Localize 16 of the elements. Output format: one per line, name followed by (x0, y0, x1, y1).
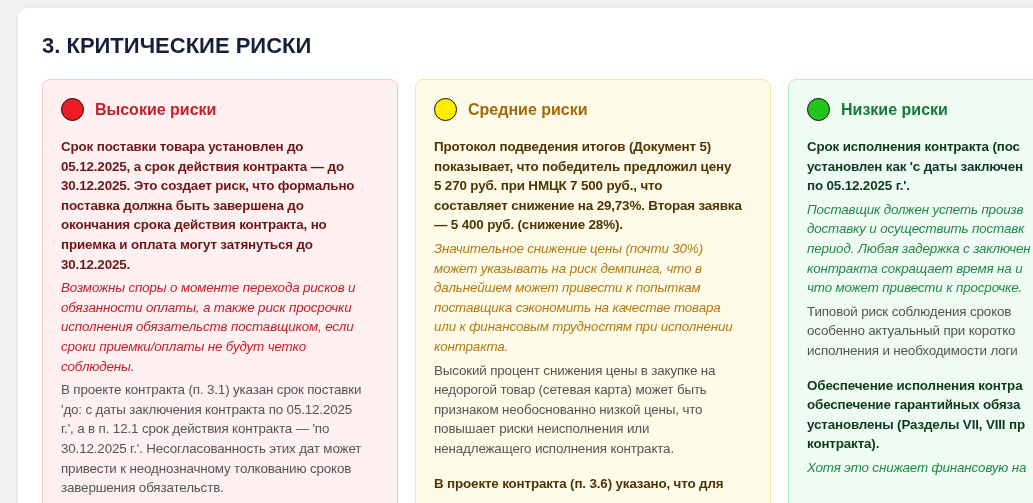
risk-statement: Срок исполнения контракта (пос установлен как 'с даты заключен по 05.12.2025 г.'. (807, 138, 1024, 196)
risk-consequence: Хотя это снижает финансовую на (807, 458, 1028, 477)
risk-statement: В проекте контракта (п. 3.6) указано, что для (434, 474, 725, 493)
risk-statement: Обеспечение исполнения контра обеспечение гарантийных обяза установлены (Разделы VII, VIII пр контракта). (807, 376, 1026, 454)
card-title: Высокие риски (95, 100, 217, 119)
risk-consequence: Поставщик должен успеть произв доставку и осуществить поставк период. Любая задержка с заключен контракта сокращает время на и что может привести к просрочке. (807, 200, 1032, 298)
risk-statement: Срок поставки товара установлен до 05.12.2025, а срок действия контракта — до 30.12.2025. Это создает риск, что формально поставка должна быть завершена до окончания срока действия контракта, но приемка и оплата могут затянуться до 30.12.2025. (61, 138, 356, 274)
risk-basis: Высокий процент снижения цены в закупке на недорогой товар (сетевая карта) может быть признаком необоснованно низкой цены, что повышает риски неисполнения или ненадлежащего исполнения контракта. (434, 361, 717, 458)
card-title: Средние риски (468, 100, 588, 119)
card-title: Низкие риски (841, 100, 948, 119)
risk-basis: В проекте контракта (п. 3.1) указан срок поставки 'до: с даты заключения контракта по 05.12.2025 г.', а в п. 12.1 срок действия контракта — 'по 30.12.2025 г.'. Несогласованность этих дат может привести к неоднозначному толкованию сроков завершения обязательств. (61, 381, 363, 498)
risk-basis: Типовой риск соблюдения сроков особенно актуальный при коротко исполнения и необходимости логи (807, 302, 1019, 360)
section-title: 3. КРИТИЧЕСКИЕ РИСКИ (42, 32, 313, 60)
risk-consequence: Возможны споры о моменте перехода рисков и обязанности оплаты, а также риск просрочки исполнения обязательств поставщиком, если сроки приемки/оплаты не будут четко соблюдены. (61, 279, 357, 376)
risk-consequence: Значительное снижение цены (почти 30%) может указывать на риск демпинга, что в дальнейшем может привести к попыткам поставщика сэкономить на качестве товара или к финансовым трудностям при исполнении контракта. (434, 239, 734, 356)
risk-statement: Протокол подведения итогов (Документ 5) показывает, что победитель предложил цену 5 270 руб. при НМЦК 7 500 руб., что составляет снижение на 29,73%. Вторая заявка — 5 400 руб. (снижение 28%). (434, 138, 743, 235)
